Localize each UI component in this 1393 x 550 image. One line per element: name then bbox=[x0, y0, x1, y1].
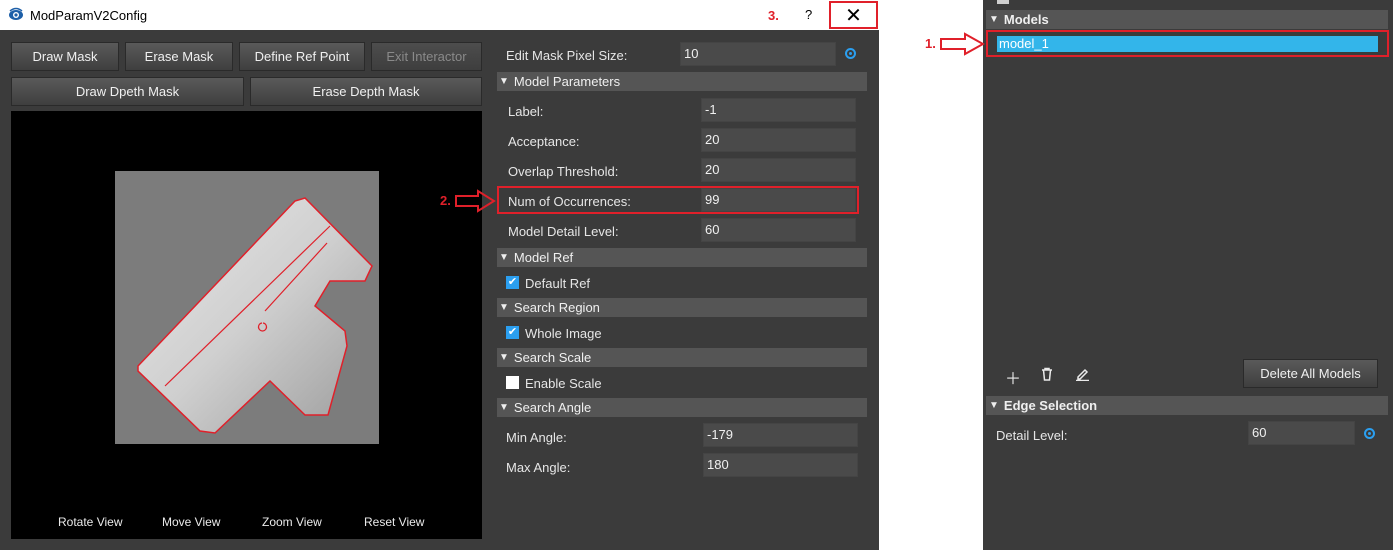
reset-view-button[interactable]: Reset View bbox=[364, 515, 424, 529]
enable-scale-label: Enable Scale bbox=[525, 376, 602, 391]
window-title: ModParamV2Config bbox=[30, 8, 148, 23]
acceptance-label: Acceptance: bbox=[508, 134, 580, 149]
section-title: Edge Selection bbox=[1003, 398, 1098, 413]
overlap-threshold-field[interactable]: 20 bbox=[701, 158, 856, 182]
annotation-1: 1. bbox=[925, 36, 936, 51]
detail-level-field[interactable]: 60 bbox=[1248, 421, 1355, 445]
annotation-3: 3. bbox=[768, 8, 779, 23]
close-icon: ✕ bbox=[845, 4, 862, 27]
model-ref-header[interactable]: ▼ Model Ref bbox=[497, 248, 867, 267]
highlight-box-models bbox=[986, 30, 1389, 57]
move-view-button[interactable]: Move View bbox=[162, 515, 220, 529]
add-model-icon[interactable]: ＋ bbox=[1005, 365, 1021, 389]
section-title: Search Scale bbox=[513, 350, 592, 365]
default-ref-label: Default Ref bbox=[525, 276, 591, 291]
arrow-right-icon bbox=[940, 32, 985, 56]
draw-mask-button[interactable]: Draw Mask bbox=[11, 42, 119, 71]
app-eye-icon bbox=[9, 7, 23, 20]
help-button[interactable]: ? bbox=[805, 7, 812, 22]
section-title: Model Ref bbox=[513, 250, 574, 265]
collapse-arrow-icon: ▼ bbox=[499, 302, 509, 313]
exit-interactor-button[interactable]: Exit Interactor bbox=[371, 42, 482, 71]
section-title: Search Angle bbox=[513, 400, 592, 415]
model-parameters-header[interactable]: ▼ Model Parameters bbox=[497, 72, 867, 91]
search-angle-header[interactable]: ▼ Search Angle bbox=[497, 398, 867, 417]
detail-level-label: Detail Level: bbox=[996, 428, 1068, 443]
arrow-right-icon bbox=[455, 189, 496, 213]
draw-depth-mask-button[interactable]: Draw Dpeth Mask bbox=[11, 77, 244, 106]
erase-depth-mask-button[interactable]: Erase Depth Mask bbox=[250, 77, 482, 106]
section-title: Model Parameters bbox=[513, 74, 621, 89]
erase-mask-button[interactable]: Erase Mask bbox=[125, 42, 233, 71]
whole-image-checkbox[interactable]: ✔ bbox=[506, 326, 519, 339]
acceptance-field[interactable]: 20 bbox=[701, 128, 856, 152]
detail-level-radio[interactable] bbox=[1364, 428, 1375, 439]
models-header[interactable]: ▼ Models bbox=[986, 10, 1388, 29]
max-angle-label: Max Angle: bbox=[506, 460, 571, 475]
delete-all-models-button[interactable]: Delete All Models bbox=[1243, 359, 1378, 388]
trash-icon[interactable] bbox=[1040, 367, 1054, 381]
search-scale-header[interactable]: ▼ Search Scale bbox=[497, 348, 867, 367]
section-title: Search Region bbox=[513, 300, 600, 315]
edge-selection-header[interactable]: ▼ Edge Selection bbox=[986, 396, 1388, 415]
search-region-header[interactable]: ▼ Search Region bbox=[497, 298, 867, 317]
t-pipe-part-graphic bbox=[137, 197, 373, 434]
annotation-2: 2. bbox=[440, 193, 451, 208]
min-angle-label: Min Angle: bbox=[506, 430, 567, 445]
edit-mask-pixel-size-label: Edit Mask Pixel Size: bbox=[506, 48, 628, 63]
default-ref-checkbox[interactable]: ✔ bbox=[506, 276, 519, 289]
section-title: Models bbox=[1003, 12, 1049, 27]
overlap-threshold-label: Overlap Threshold: bbox=[508, 164, 619, 179]
enable-scale-checkbox[interactable] bbox=[506, 376, 519, 389]
max-angle-field[interactable]: 180 bbox=[703, 453, 858, 477]
edit-pencil-icon[interactable] bbox=[1075, 366, 1090, 381]
collapse-arrow-icon: ▼ bbox=[499, 352, 509, 363]
label-label: Label: bbox=[508, 104, 544, 119]
title-bar: ModParamV2Config bbox=[0, 0, 879, 30]
partial-checkbox[interactable] bbox=[997, 0, 1009, 4]
highlight-box-occurrences bbox=[497, 186, 859, 214]
min-angle-field[interactable]: -179 bbox=[703, 423, 858, 447]
collapse-arrow-icon: ▼ bbox=[499, 252, 509, 263]
label-field[interactable]: -1 bbox=[701, 98, 856, 122]
collapse-arrow-icon: ▼ bbox=[499, 76, 509, 87]
close-button[interactable]: ✕ bbox=[829, 1, 878, 29]
models-panel bbox=[983, 0, 1393, 550]
whole-image-label: Whole Image bbox=[525, 326, 602, 341]
edit-mask-pixel-size-field[interactable]: 10 bbox=[680, 42, 836, 66]
model-detail-level-label: Model Detail Level: bbox=[508, 224, 619, 239]
zoom-view-button[interactable]: Zoom View bbox=[262, 515, 322, 529]
collapse-arrow-icon: ▼ bbox=[989, 400, 999, 411]
define-ref-point-button[interactable]: Define Ref Point bbox=[239, 42, 365, 71]
model-image[interactable] bbox=[115, 171, 379, 444]
edit-mask-radio[interactable] bbox=[845, 48, 856, 59]
collapse-arrow-icon: ▼ bbox=[989, 14, 999, 25]
model-detail-level-field[interactable]: 60 bbox=[701, 218, 856, 242]
collapse-arrow-icon: ▼ bbox=[499, 402, 509, 413]
rotate-view-button[interactable]: Rotate View bbox=[58, 515, 122, 529]
